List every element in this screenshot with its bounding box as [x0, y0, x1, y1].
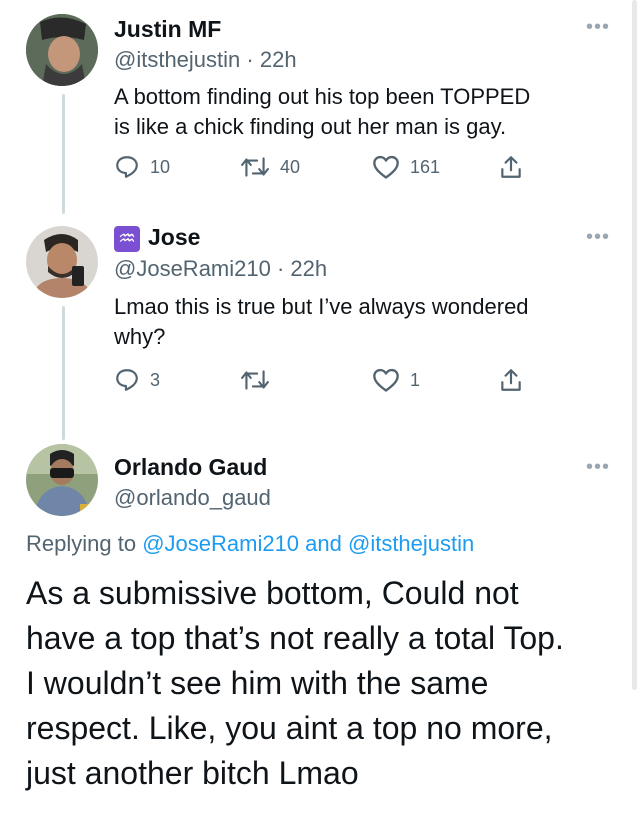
retweet-icon [241, 370, 269, 390]
avatar-justin[interactable] [26, 14, 98, 86]
tweet2-handle[interactable]: @JoseRami210 [114, 256, 271, 281]
tweet3-name[interactable]: Orlando Gaud [114, 454, 267, 481]
tweet2-like-count: 1 [410, 369, 421, 390]
tweet3-text-line: just another bitch Lmao [26, 755, 359, 791]
avatar-orlando-image [26, 444, 98, 516]
tweet1-meta: @itsthejustin · 22h [114, 47, 297, 73]
tweet2-name-row: ♒ Jose [114, 224, 200, 252]
tweet2-reply-button[interactable]: 3 [114, 367, 160, 393]
tweet1-like-button[interactable]: 161 [372, 154, 440, 180]
tweet1-text-line2: is like a chick finding out her man is g… [114, 114, 507, 139]
like-icon [373, 155, 399, 179]
tweet1-more-icon[interactable]: ••• [586, 16, 610, 39]
avatar-orlando[interactable] [26, 444, 98, 516]
tweet2-more-icon[interactable]: ••• [586, 226, 610, 249]
tweet1-name[interactable]: Justin MF [114, 16, 221, 43]
tweet1-text-line1: A bottom finding out his top been TOPPED [114, 84, 531, 109]
tweet1-retweet-count: 40 [280, 156, 301, 177]
tweet1-retweet-button[interactable]: 40 [240, 154, 300, 180]
tweet2-like-button[interactable]: 1 [372, 367, 420, 393]
like-icon [373, 368, 399, 392]
thread-line-1 [62, 94, 65, 214]
replying-to-prefix: Replying to [26, 531, 143, 556]
tweet2-reply-count: 3 [150, 369, 161, 390]
avatar-justin-image [26, 14, 98, 86]
tweet1-handle[interactable]: @itsthejustin [114, 47, 240, 72]
tweet2-share-button[interactable] [498, 367, 524, 393]
reply-link-jose[interactable]: @JoseRami210 [142, 531, 299, 556]
tweet2-name[interactable]: Jose [148, 224, 200, 250]
tweet3-text: As a submissive bottom, Could not have a… [26, 571, 626, 796]
tweet2-text-line2: why? [114, 324, 166, 349]
tweet2-text-line1: Lmao this is true but I’ve always wonder… [114, 294, 529, 319]
reply-and: and [299, 531, 348, 556]
tweet3-text-line: I wouldn’t see him with the same [26, 665, 489, 701]
tweet2-retweet-button[interactable] [240, 367, 280, 393]
tweet2-text: Lmao this is true but I’ve always wonder… [114, 292, 614, 352]
aquarius-icon: ♒ [114, 225, 140, 252]
share-icon [501, 156, 521, 178]
tweet3-more-icon[interactable]: ••• [586, 456, 610, 479]
tweet3-text-line: As a submissive bottom, Could not [26, 575, 519, 611]
thread-line-2 [62, 306, 65, 440]
tweet1-share-button[interactable] [498, 154, 524, 180]
reply-icon [116, 369, 138, 391]
tweet1-reply-count: 10 [150, 156, 171, 177]
replying-to: Replying to @JoseRami210 and @itsthejust… [26, 531, 474, 557]
retweet-icon [241, 157, 269, 177]
tweet1-like-count: 161 [410, 156, 441, 177]
tweet3-text-line: have a top that’s not really a total Top… [26, 620, 564, 656]
avatar-jose[interactable] [26, 226, 98, 298]
tweet3-text-line: respect. Like, you aint a top no more, [26, 710, 553, 746]
reply-icon [116, 156, 138, 178]
tweet1-reply-button[interactable]: 10 [114, 154, 170, 180]
tweet2-meta: @JoseRami210 · 22h [114, 256, 327, 282]
reply-link-justin[interactable]: @itsthejustin [348, 531, 474, 556]
tweet1-text: A bottom finding out his top been TOPPED… [114, 82, 614, 142]
tweet3-handle[interactable]: @orlando_gaud [114, 485, 271, 511]
tweet2-time[interactable]: · 22h [277, 256, 327, 281]
tweet1-time[interactable]: · 22h [246, 47, 296, 72]
scrollbar[interactable] [632, 0, 637, 690]
avatar-jose-image [26, 226, 98, 298]
share-icon [501, 369, 521, 391]
